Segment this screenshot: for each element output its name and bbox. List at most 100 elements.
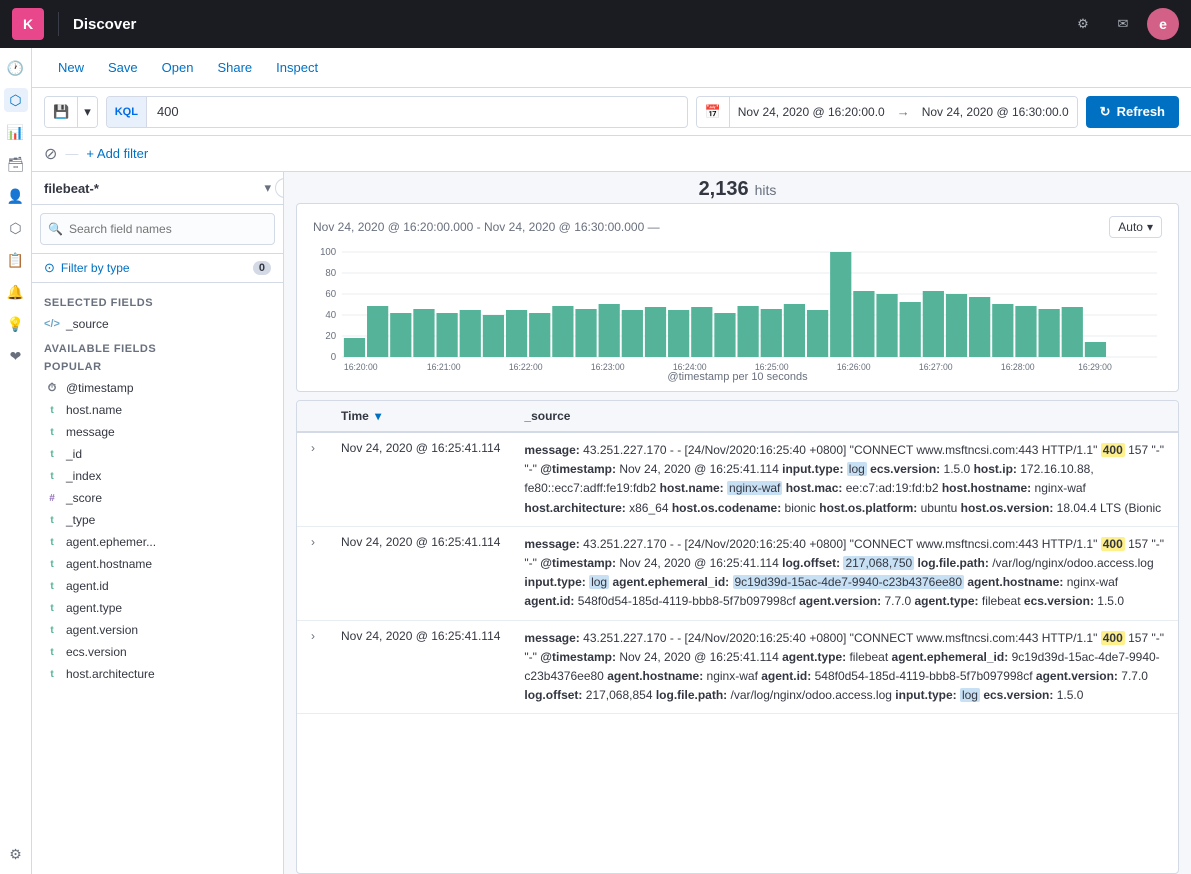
field-type-icon-type: t xyxy=(44,512,60,528)
field-ecs-version[interactable]: t ecs.version xyxy=(32,641,283,663)
nav-icon-9[interactable]: 💡 xyxy=(4,312,28,336)
save-icon[interactable]: 💾 xyxy=(45,97,78,127)
index-pattern-name: filebeat-* xyxy=(44,181,260,196)
table-row: › Nov 24, 2020 @ 16:25:41.114 message: 4… xyxy=(297,432,1178,526)
svg-text:40: 40 xyxy=(325,310,336,321)
nav-icon-settings[interactable]: ⚙ xyxy=(4,842,28,866)
field-agent-type[interactable]: t agent.type xyxy=(32,597,283,619)
filter-type-icon: ⊙ xyxy=(44,260,55,276)
filter-icon[interactable]: ⊘ xyxy=(44,144,57,164)
share-button[interactable]: Share xyxy=(207,56,262,79)
field-timestamp[interactable]: ⏱ @timestamp xyxy=(32,377,283,399)
row-expand-1[interactable]: › xyxy=(309,439,317,457)
field-host-arch[interactable]: t host.architecture xyxy=(32,663,283,685)
app-title: Discover xyxy=(73,16,136,33)
svg-text:16:20:00: 16:20:00 xyxy=(344,362,378,372)
search-field-wrap: 🔍 xyxy=(32,205,283,254)
row-expand-2[interactable]: › xyxy=(309,533,317,551)
time-arrow: → xyxy=(893,104,914,119)
histogram-chart: 0 20 40 60 80 100 xyxy=(313,242,1162,372)
field-type-icon-source: </> xyxy=(44,316,60,332)
nav-discover-icon[interactable]: ⬡ xyxy=(4,88,28,112)
nav-icon-3[interactable]: 📊 xyxy=(4,120,28,144)
svg-text:80: 80 xyxy=(325,268,336,279)
field-name-ts: @timestamp xyxy=(66,381,134,395)
auto-interval-select[interactable]: Auto ▾ xyxy=(1109,216,1162,238)
time-col-header[interactable]: Time ▾ xyxy=(329,401,512,432)
popular-title: Popular xyxy=(32,359,283,377)
row-expand-3[interactable]: › xyxy=(309,627,317,645)
chart-area: Nov 24, 2020 @ 16:20:00.000 - Nov 24, 20… xyxy=(296,203,1179,392)
search-icon: 🔍 xyxy=(48,222,63,236)
field-name-aid: agent.id xyxy=(66,579,109,593)
field-name-av: agent.version xyxy=(66,623,138,637)
svg-text:20: 20 xyxy=(325,331,336,342)
nav-icon-7[interactable]: 📋 xyxy=(4,248,28,272)
filter-bar: ⊘ — + Add filter xyxy=(32,136,1191,172)
svg-text:16:28:00: 16:28:00 xyxy=(1001,362,1035,372)
nav-icon-1[interactable]: 🕐 xyxy=(4,56,28,80)
nav-icon-10[interactable]: ❤ xyxy=(4,344,28,368)
time-cell-1: Nov 24, 2020 @ 16:25:41.114 xyxy=(329,432,512,526)
field-name-ah: agent.hostname xyxy=(66,557,152,571)
field-type[interactable]: t _type xyxy=(32,509,283,531)
nav-icon-8[interactable]: 🔔 xyxy=(4,280,28,304)
auto-caret: ▾ xyxy=(1147,220,1153,234)
field-message[interactable]: t message xyxy=(32,421,283,443)
nav-icon-4[interactable]: 🗃 xyxy=(4,152,28,176)
field-id[interactable]: t _id xyxy=(32,443,283,465)
filter-by-type-row[interactable]: ⊙ Filter by type 0 xyxy=(32,254,283,283)
save-button[interactable]: Save xyxy=(98,56,148,79)
field-name-id: _id xyxy=(66,447,82,461)
field-type-icon-msg: t xyxy=(44,424,60,440)
mail-icon-btn[interactable]: ✉ xyxy=(1107,8,1139,40)
user-avatar[interactable]: e xyxy=(1147,8,1179,40)
chart-time-range: Nov 24, 2020 @ 16:20:00.000 - Nov 24, 20… xyxy=(313,220,660,234)
source-col-header: _source xyxy=(512,401,1178,432)
source-cell-1: message: 43.251.227.170 - - [24/Nov/2020… xyxy=(512,432,1178,526)
field-agent-version[interactable]: t agent.version xyxy=(32,619,283,641)
field-score[interactable]: # _score xyxy=(32,487,283,509)
field-source[interactable]: </> _source xyxy=(32,313,283,335)
calendar-icon: 📅 xyxy=(697,97,730,127)
new-button[interactable]: New xyxy=(48,56,94,79)
available-fields-title: Available fields xyxy=(32,335,283,359)
refresh-button[interactable]: ↻ Refresh xyxy=(1086,96,1179,128)
inspect-button[interactable]: Inspect xyxy=(266,56,328,79)
kql-badge[interactable]: KQL xyxy=(107,97,147,127)
search-field-wrapper: 🔍 xyxy=(40,213,275,245)
field-type-icon-id: t xyxy=(44,446,60,462)
field-name-ev: ecs.version xyxy=(66,645,127,659)
hits-section: 2,136 hits xyxy=(284,172,1191,203)
svg-text:16:29:00: 16:29:00 xyxy=(1078,362,1112,372)
svg-text:16:26:00: 16:26:00 xyxy=(837,362,871,372)
svg-text:16:22:00: 16:22:00 xyxy=(509,362,543,372)
auto-label: Auto xyxy=(1118,220,1143,234)
field-index[interactable]: t _index xyxy=(32,465,283,487)
field-agent-id[interactable]: t agent.id xyxy=(32,575,283,597)
field-type-icon-ah: t xyxy=(44,556,60,572)
nav-icon-6[interactable]: ⬡ xyxy=(4,216,28,240)
sort-icon: ▾ xyxy=(375,409,381,423)
time-range-group[interactable]: 📅 Nov 24, 2020 @ 16:20:00.0 → Nov 24, 20… xyxy=(696,96,1078,128)
hits-count: 2,136 xyxy=(699,178,749,201)
refresh-label: Refresh xyxy=(1117,104,1165,119)
query-input[interactable]: 400 xyxy=(147,104,687,119)
index-pattern-caret[interactable]: ▾ xyxy=(264,180,271,196)
field-agent-hostname[interactable]: t agent.hostname xyxy=(32,553,283,575)
svg-text:16:23:00: 16:23:00 xyxy=(591,362,625,372)
sidebar-collapse-button[interactable]: ‹ xyxy=(275,178,284,198)
field-type-icon-av: t xyxy=(44,622,60,638)
field-agent-ephemeral[interactable]: t agent.ephemer... xyxy=(32,531,283,553)
nav-icon-5[interactable]: 👤 xyxy=(4,184,28,208)
refresh-icon: ↻ xyxy=(1100,104,1111,120)
field-name-ha: host.architecture xyxy=(66,667,155,681)
settings-icon-btn[interactable]: ⚙ xyxy=(1067,8,1099,40)
search-field-input[interactable] xyxy=(40,213,275,245)
add-filter-button[interactable]: + Add filter xyxy=(86,146,148,161)
open-button[interactable]: Open xyxy=(152,56,204,79)
hits-label: hits xyxy=(755,182,777,198)
svg-text:16:21:00: 16:21:00 xyxy=(427,362,461,372)
save-caret[interactable]: ▾ xyxy=(78,97,97,127)
field-hostname[interactable]: t host.name xyxy=(32,399,283,421)
